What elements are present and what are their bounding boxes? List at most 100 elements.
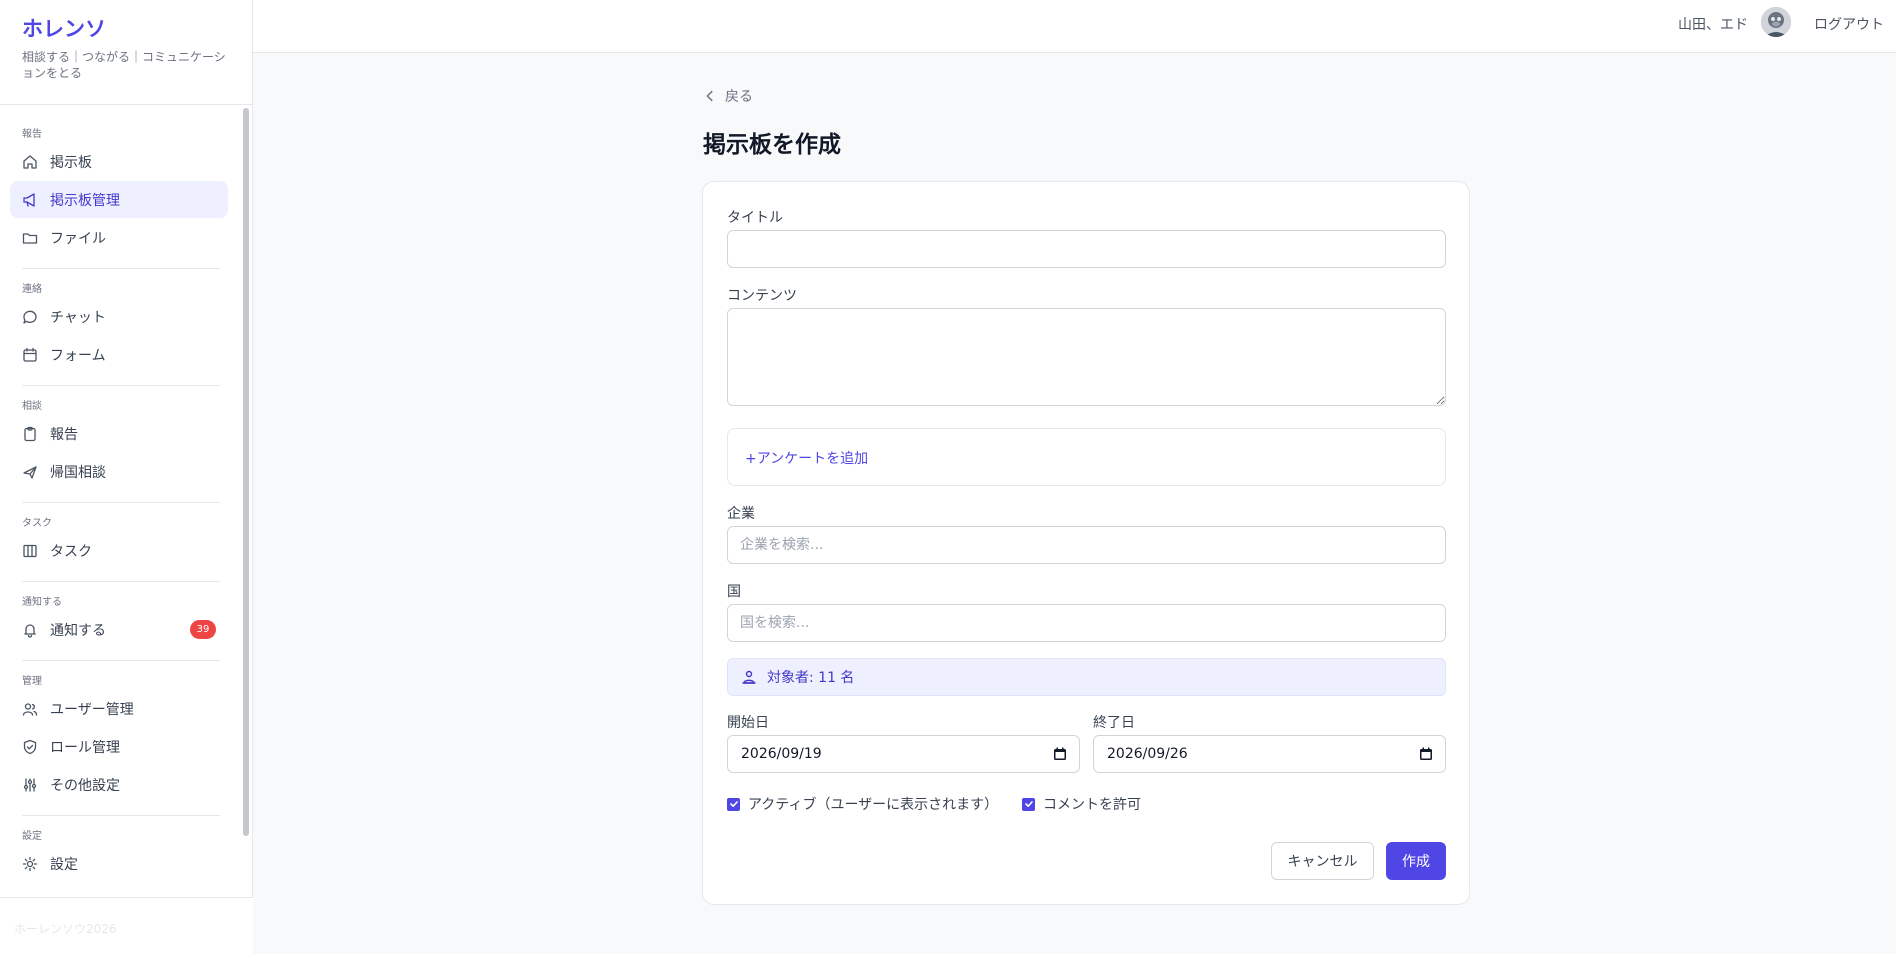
sidebar-item-label: ファイル <box>50 230 106 247</box>
sidebar-item-label: 報告 <box>50 426 78 443</box>
gear-icon <box>22 856 38 871</box>
sidebar-nav: 報告 掲示板 掲示板管理 ファイル 連絡 チャット フォーム 相談 報告 帰国相談 タスク タスク 通知… <box>0 106 238 896</box>
create-button[interactable]: 作成 <box>1386 842 1446 880</box>
sidebar-item-5-2[interactable]: その他設定 <box>10 766 228 803</box>
sidebar-item-label: タスク <box>50 543 92 560</box>
kanban-icon <box>23 544 37 557</box>
user-group-icon <box>742 670 756 684</box>
sidebar-divider <box>22 815 220 816</box>
survey-section: +アンケートを追加 <box>727 428 1446 486</box>
content-label: コンテンツ <box>727 288 797 304</box>
target-count-text: 対象者: 11 名 <box>767 670 855 686</box>
chat-bubble-icon <box>23 310 37 324</box>
end-date-input[interactable]: 2026/09/26 <box>1093 735 1446 773</box>
end-date-value: 2026/09/26 <box>1107 746 1188 762</box>
sidebar-item-2-1[interactable]: 帰国相談 <box>10 453 228 490</box>
sidebar-item-label: 帰国相談 <box>50 464 106 481</box>
check-icon <box>1024 801 1033 807</box>
sidebar-item-label: フォーム <box>50 347 106 364</box>
sidebar-item-label: ユーザー管理 <box>50 701 134 718</box>
sidebar-item-label: 通知する <box>50 622 106 639</box>
sidebar-item-label: その他設定 <box>50 777 120 794</box>
sidebar-item-label: 掲示板 <box>50 154 92 171</box>
sidebar-item-0-2[interactable]: ファイル <box>10 219 228 256</box>
active-checkbox[interactable] <box>727 797 740 811</box>
sidebar-item-6-0[interactable]: 設定 <box>10 845 228 882</box>
sidebar-item-1-1[interactable]: フォーム <box>10 336 228 373</box>
sidebar-item-1-0[interactable]: チャット <box>10 298 228 335</box>
topbar: 山田、エド ログアウト <box>253 0 1896 53</box>
sidebar-item-label: ロール管理 <box>50 739 120 756</box>
app-title[interactable]: ホレンソ <box>22 16 230 42</box>
country-label: 国 <box>727 584 741 600</box>
sidebar-item-label: 設定 <box>50 856 78 873</box>
sidebar: ホレンソ 相談する｜つながる｜コミュニケーションをとる 報告 掲示板 掲示板管理 ファ… <box>0 0 253 954</box>
calendar-picker-icon[interactable] <box>1419 747 1433 761</box>
user-name: 山田、エド <box>1678 17 1748 33</box>
allow-comments-checkbox-label: コメントを許可 <box>1043 797 1141 813</box>
page-title: 掲示板を作成 <box>703 132 841 158</box>
allow-comments-checkbox-row[interactable]: コメントを許可 <box>1022 794 1141 814</box>
sidebar-item-label: 掲示板管理 <box>50 192 120 209</box>
footer-copyright: ホーレンソウ2026 <box>14 922 117 936</box>
home-icon <box>23 154 37 169</box>
sidebar-divider <box>22 660 220 661</box>
folder-icon <box>22 232 38 244</box>
brand: ホレンソ 相談する｜つながる｜コミュニケーションをとる <box>0 0 252 105</box>
sidebar-footer: ホーレンソウ2026 <box>0 897 253 954</box>
sidebar-scrollbar-thumb[interactable] <box>243 108 249 836</box>
sidebar-item-5-0[interactable]: ユーザー管理 <box>10 690 228 727</box>
megaphone-icon <box>23 192 35 207</box>
sidebar-section-label: 連絡 <box>22 284 42 295</box>
allow-comments-checkbox[interactable] <box>1022 797 1035 811</box>
calendar-icon <box>23 347 37 362</box>
app-tagline: 相談する｜つながる｜コミュニケーションをとる <box>22 50 226 80</box>
clipboard-icon <box>24 426 36 441</box>
sidebar-section-label: 通知する <box>22 597 62 608</box>
title-label: タイトル <box>727 210 783 226</box>
back-link-label: 戻る <box>725 89 753 105</box>
chevron-left-icon <box>706 90 713 102</box>
title-input[interactable] <box>727 230 1446 268</box>
sidebar-divider <box>22 581 220 582</box>
sidebar-section-label: 報告 <box>22 129 42 140</box>
sidebar-divider <box>22 268 220 269</box>
airplane-icon <box>23 465 37 479</box>
sidebar-item-3-0[interactable]: タスク <box>10 532 228 569</box>
end-date-label: 終了日 <box>1093 715 1135 731</box>
country-search-input[interactable] <box>727 604 1446 642</box>
target-count-banner: 対象者: 11 名 <box>727 658 1446 696</box>
active-checkbox-row[interactable]: アクティブ（ユーザーに表示されます） <box>727 794 998 814</box>
company-label: 企業 <box>727 506 755 522</box>
sidebar-section-label: 管理 <box>22 676 42 687</box>
sidebar-section-label: タスク <box>22 518 52 529</box>
sidebar-item-2-0[interactable]: 報告 <box>10 415 228 452</box>
sidebar-item-5-1[interactable]: ロール管理 <box>10 728 228 765</box>
avatar[interactable] <box>1761 7 1791 37</box>
create-board-form: タイトル コンテンツ +アンケートを追加 企業 国 対象者: 11 名 開始日 … <box>702 181 1470 905</box>
active-checkbox-label: アクティブ（ユーザーに表示されます） <box>748 797 999 813</box>
shield-check-icon <box>23 739 37 754</box>
sidebar-item-label: チャット <box>50 309 106 326</box>
sidebar-item-0-1[interactable]: 掲示板管理 <box>10 181 228 218</box>
cancel-button[interactable]: キャンセル <box>1271 842 1374 880</box>
sidebar-section-label: 設定 <box>22 831 42 842</box>
company-search-input[interactable] <box>727 526 1446 564</box>
start-date-value: 2026/09/19 <box>741 746 822 762</box>
sliders-icon <box>23 777 37 792</box>
sidebar-divider <box>22 502 220 503</box>
content-textarea[interactable] <box>727 308 1446 406</box>
start-date-input[interactable]: 2026/09/19 <box>727 735 1080 773</box>
logout-link[interactable]: ログアウト <box>1814 14 1884 34</box>
calendar-picker-icon[interactable] <box>1053 747 1067 761</box>
sidebar-item-4-0[interactable]: 通知する 39 <box>10 611 228 648</box>
add-survey-button[interactable]: +アンケートを追加 <box>745 448 868 468</box>
users-icon <box>22 702 38 716</box>
bell-icon <box>24 623 36 638</box>
check-icon <box>729 801 738 807</box>
back-link[interactable]: 戻る <box>703 86 753 106</box>
sidebar-divider <box>22 385 220 386</box>
sidebar-section-label: 相談 <box>22 401 42 412</box>
sidebar-item-0-0[interactable]: 掲示板 <box>10 143 228 180</box>
notification-count-badge: 39 <box>190 620 216 639</box>
